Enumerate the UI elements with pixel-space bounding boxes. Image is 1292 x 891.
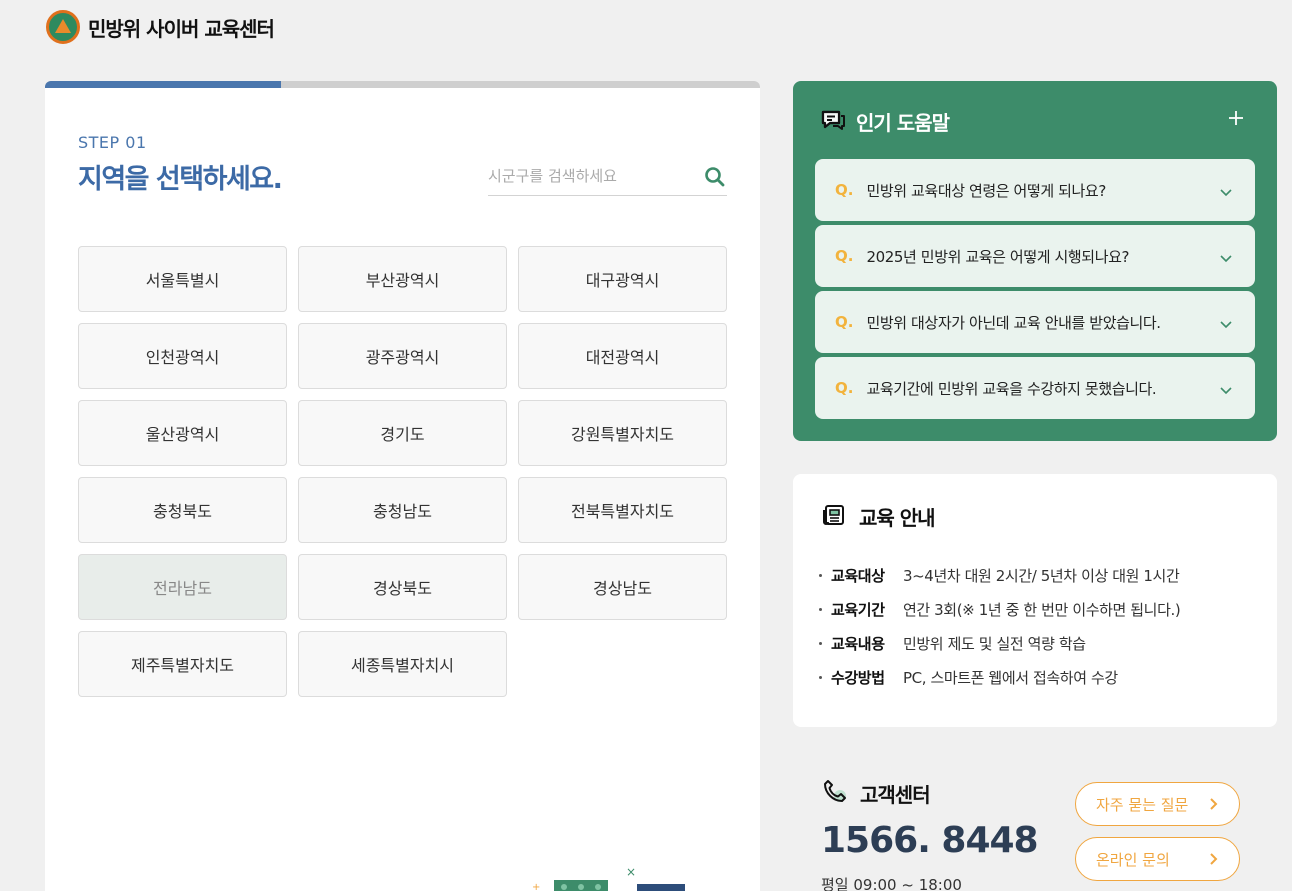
faq-q-marker: Q. xyxy=(835,181,854,199)
region-button[interactable]: 제주특별자치도 xyxy=(78,631,287,697)
faq-item[interactable]: Q. 교육기간에 민방위 교육을 수강하지 못했습니다. xyxy=(815,357,1255,419)
faq-list: Q. 민방위 교육대상 연령은 어떻게 되나요? Q. 2025년 민방위 교육은 어… xyxy=(815,159,1255,423)
chevron-down-icon[interactable] xyxy=(1219,183,1233,202)
faq-question-text: 교육기간에 민방위 교육을 수강하지 못했습니다. xyxy=(866,379,1157,398)
faq-q-marker: Q. xyxy=(835,247,854,265)
step-label: STEP 01 xyxy=(78,133,147,152)
education-guide-key: 교육대상 xyxy=(831,566,885,585)
region-button[interactable]: 전북특별자치도 xyxy=(518,477,727,543)
customer-center-phone: 1566. 8448 xyxy=(821,820,1039,861)
education-guide-value: PC, 스마트폰 웹에서 접속하여 수강 xyxy=(903,668,1118,687)
region-button[interactable]: 경상남도 xyxy=(518,554,727,620)
customer-center-header: 고객센터 xyxy=(822,778,931,808)
region-button[interactable]: 충청남도 xyxy=(298,477,507,543)
faq-page-button-label: 자주 묻는 질문 xyxy=(1096,795,1189,814)
region-button[interactable]: 대전광역시 xyxy=(518,323,727,389)
plus-icon[interactable] xyxy=(1225,107,1247,129)
region-grid: 서울특별시 부산광역시 대구광역시인천광역시 광주광역시 대전광역시울산광역시 경기도 강원… xyxy=(78,246,727,697)
faq-q-marker: Q. xyxy=(835,379,854,397)
bullet-icon xyxy=(819,675,822,679)
region-select-card: STEP 01 지역을 선택하세요. 서울특별시부산광역시대구광역시인천광역시광… xyxy=(45,81,760,891)
district-search-input[interactable] xyxy=(488,159,688,193)
online-inquiry-button[interactable]: 온라인 문의 xyxy=(1075,837,1240,881)
education-guide-list: 교육대상 3~4년차 대원 2시간/ 5년차 이상 대원 1시간교육기간 연간 3회… xyxy=(819,558,1181,694)
region-button[interactable]: 경상북도 xyxy=(298,554,507,620)
region-button[interactable]: 세종특별자치시 xyxy=(298,631,507,697)
faq-question-text: 2025년 민방위 교육은 어떻게 시행되나요? xyxy=(866,247,1130,266)
region-button[interactable]: 부산광역시 xyxy=(298,246,507,312)
education-guide-value: 연간 3회(※ 1년 중 한 번만 이수하면 됩니다.) xyxy=(903,600,1181,619)
education-guide-key: 교육기간 xyxy=(831,600,885,619)
district-search xyxy=(488,159,727,196)
chevron-right-icon xyxy=(1209,852,1219,870)
chevron-down-icon[interactable] xyxy=(1219,249,1233,268)
popular-help-title: 인기 도움말 xyxy=(856,111,950,135)
step-title: 지역을 선택하세요. xyxy=(78,164,283,195)
faq-item[interactable]: Q. 민방위 대상자가 아닌데 교육 안내를 받았습니다. xyxy=(815,291,1255,353)
bullet-icon xyxy=(819,573,822,577)
svg-text:+: + xyxy=(532,882,540,891)
region-button[interactable]: 광주광역시 xyxy=(298,323,507,389)
education-guide-key: 수강방법 xyxy=(831,668,885,687)
education-guide-title: 교육 안내 xyxy=(859,506,936,530)
faq-question-text: 민방위 교육대상 연령은 어떻게 되나요? xyxy=(866,181,1106,200)
svg-text:×: × xyxy=(626,865,636,879)
education-guide-row: 교육내용 민방위 제도 및 실전 역량 학습 xyxy=(819,626,1180,660)
search-icon[interactable] xyxy=(703,165,727,189)
popular-help-card: 인기 도움말 Q. 민방위 교육대상 연령은 어떻게 되나요? Q. 2025년 민방… xyxy=(793,81,1277,441)
region-button[interactable]: 서울특별시 xyxy=(78,246,287,312)
region-button[interactable]: 울산광역시 xyxy=(78,400,287,466)
step-progress-fill xyxy=(45,81,281,88)
faq-question-text: 민방위 대상자가 아닌데 교육 안내를 받았습니다. xyxy=(866,313,1161,332)
education-guide-value: 민방위 제도 및 실전 역량 학습 xyxy=(903,634,1086,653)
chevron-right-icon xyxy=(1209,797,1219,815)
education-guide-card: 교육 안내 교육대상 3~4년차 대원 2시간/ 5년차 이상 대원 1시간교육기… xyxy=(793,474,1277,727)
region-button[interactable]: 전라남도 xyxy=(78,554,287,620)
decorative-illustration: + × xyxy=(532,865,685,891)
education-guide-key: 교육내용 xyxy=(831,634,885,653)
region-button[interactable]: 대구광역시 xyxy=(518,246,727,312)
popular-help-header: 인기 도움말 xyxy=(820,107,950,136)
civil-defense-logo[interactable] xyxy=(46,10,80,44)
education-guide-row: 교육기간 연간 3회(※ 1년 중 한 번만 이수하면 됩니다.) xyxy=(819,592,1181,626)
region-button[interactable]: 강원특별자치도 xyxy=(518,400,727,466)
education-guide-header: 교육 안내 xyxy=(821,502,936,531)
region-button[interactable]: 경기도 xyxy=(298,400,507,466)
chat-bubbles-icon xyxy=(820,108,846,136)
education-guide-row: 교육대상 3~4년차 대원 2시간/ 5년차 이상 대원 1시간 xyxy=(819,558,1180,592)
site-title[interactable]: 민방위 사이버 교육센터 xyxy=(88,13,275,42)
online-inquiry-button-label: 온라인 문의 xyxy=(1096,850,1170,869)
faq-page-button[interactable]: 자주 묻는 질문 xyxy=(1075,782,1240,826)
phone-icon xyxy=(822,778,848,808)
customer-center-title: 고객센터 xyxy=(860,782,931,807)
bullet-icon xyxy=(819,641,822,645)
education-guide-row: 수강방법 PC, 스마트폰 웹에서 접속하여 수강 xyxy=(819,660,1180,694)
chevron-down-icon[interactable] xyxy=(1219,315,1233,334)
chevron-down-icon[interactable] xyxy=(1219,381,1233,400)
faq-item[interactable]: Q. 2025년 민방위 교육은 어떻게 시행되나요? xyxy=(815,225,1255,287)
customer-center-hours: 평일 09:00 ~ 18:00 xyxy=(821,876,962,891)
step-progress-bar xyxy=(45,81,760,88)
faq-item[interactable]: Q. 민방위 교육대상 연령은 어떻게 되나요? xyxy=(815,159,1255,221)
newspaper-icon xyxy=(821,503,847,531)
faq-q-marker: Q. xyxy=(835,313,854,331)
region-button[interactable]: 인천광역시 xyxy=(78,323,287,389)
education-guide-value: 3~4년차 대원 2시간/ 5년차 이상 대원 1시간 xyxy=(903,566,1180,585)
region-button[interactable]: 충청북도 xyxy=(78,477,287,543)
bullet-icon xyxy=(819,607,822,611)
site-header: 민방위 사이버 교육센터 xyxy=(46,9,275,45)
